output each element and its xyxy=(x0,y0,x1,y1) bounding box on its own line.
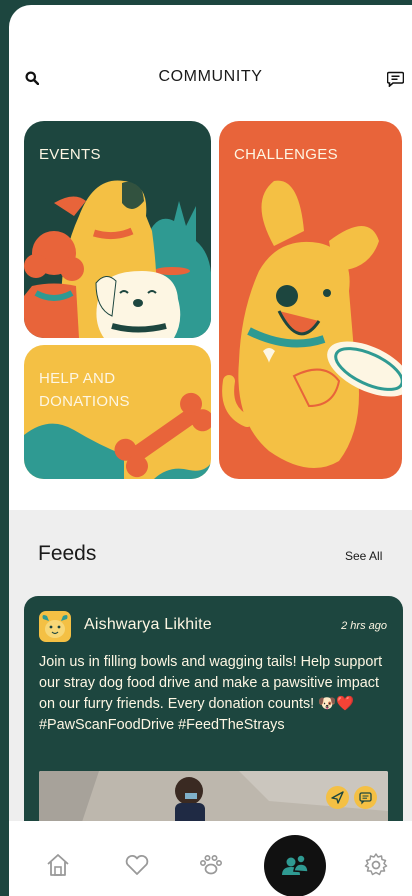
app-screen: COMMUNITY EVENTS CHALLENGES HELP AND DON… xyxy=(9,5,412,896)
post-timestamp: 2 hrs ago xyxy=(341,620,387,632)
share-button[interactable] xyxy=(326,786,349,809)
post-author[interactable]: Aishwarya Likhite xyxy=(84,616,212,634)
page-title: COMMUNITY xyxy=(158,68,263,85)
feeds-title: Feeds xyxy=(38,542,97,565)
events-tile[interactable]: EVENTS xyxy=(24,121,211,338)
community-nav-button[interactable] xyxy=(264,835,326,896)
heart-icon[interactable] xyxy=(123,851,151,879)
comment-button[interactable] xyxy=(354,786,377,809)
message-icon[interactable] xyxy=(387,71,404,87)
bottom-nav xyxy=(9,821,412,896)
help-donations-tile[interactable]: HELP AND DONATIONS xyxy=(24,345,211,479)
dog-avatar-icon xyxy=(42,615,68,638)
post-body: Join us in filling bowls and wagging tai… xyxy=(39,654,383,733)
avatar[interactable] xyxy=(39,611,71,642)
community-icon xyxy=(282,854,309,875)
send-icon xyxy=(331,791,344,804)
settings-icon[interactable] xyxy=(362,851,390,879)
challenges-dog-illustration xyxy=(222,180,402,469)
help-donations-label: HELP AND DONATIONS xyxy=(39,370,130,410)
challenges-tile[interactable]: CHALLENGES xyxy=(219,121,402,479)
top-bar: COMMUNITY xyxy=(9,65,412,101)
paw-icon[interactable] xyxy=(197,851,225,879)
feed-post[interactable]: Aishwarya Likhite 2 hrs ago Join us in f… xyxy=(24,596,403,856)
feeds-section: Feeds See All Aishwarya Likhite 2 hrs ag… xyxy=(9,510,412,856)
see-all-link[interactable]: See All xyxy=(345,549,382,563)
comment-icon xyxy=(359,792,372,805)
home-icon[interactable] xyxy=(44,851,72,879)
challenges-label: CHALLENGES xyxy=(234,146,338,163)
events-label: EVENTS xyxy=(39,146,101,163)
